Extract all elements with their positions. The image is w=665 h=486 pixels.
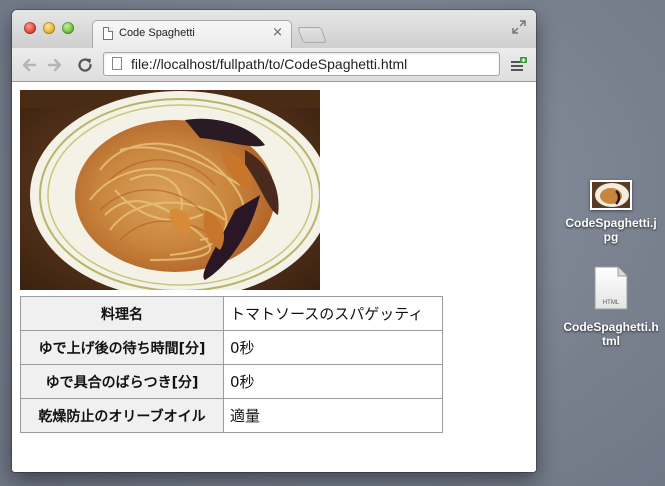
menu-icon[interactable]: [510, 56, 528, 74]
address-bar[interactable]: file://localhost/fullpath/to/CodeSpaghet…: [103, 52, 500, 76]
close-tab-icon[interactable]: ×: [272, 25, 283, 40]
table-row: 料理名 トマトソースのスパゲッティ: [20, 296, 443, 331]
tab-code-spaghetti[interactable]: Code Spaghetti ×: [92, 20, 292, 48]
tab-title: Code Spaghetti: [119, 27, 195, 39]
page-icon: [112, 57, 122, 70]
title-bar: Code Spaghetti ×: [12, 10, 536, 48]
table-row: 乾燥防止のオリーブオイル 適量: [20, 398, 443, 433]
dish-info-table: 料理名 トマトソースのスパゲッティ ゆで上げ後の待ち時間[分] 0秒 ゆで具合の…: [20, 296, 443, 433]
url-text: file://localhost/fullpath/to/CodeSpaghet…: [131, 56, 408, 72]
reload-icon[interactable]: [76, 56, 94, 74]
zoom-window-button[interactable]: [62, 22, 74, 34]
browser-window: Code Spaghetti × file://localhost/fullpa…: [12, 10, 536, 472]
table-row: ゆで具合のばらつき[分] 0秒: [20, 364, 443, 399]
table-header-cell: 乾燥防止のオリーブオイル: [20, 398, 224, 433]
html-file-icon: HTML: [594, 266, 628, 310]
forward-arrow-icon[interactable]: [46, 56, 64, 74]
table-value-cell: 適量: [223, 398, 443, 433]
file-label: CodeSpaghetti.jpg: [565, 216, 657, 244]
table-header-cell: ゆで上げ後の待ち時間[分]: [20, 330, 224, 365]
table-value-cell: 0秒: [223, 330, 443, 365]
desktop-file-html[interactable]: HTML CodeSpaghetti.html: [563, 266, 659, 348]
html-badge-text: HTML: [603, 300, 620, 306]
file-label: CodeSpaghetti.html: [563, 320, 659, 348]
table-value-cell: トマトソースのスパゲッティ: [223, 296, 443, 331]
page-icon: [103, 27, 113, 40]
spaghetti-photo: [20, 90, 320, 290]
page-content: 料理名 トマトソースのスパゲッティ ゆで上げ後の待ち時間[分] 0秒 ゆで具合の…: [12, 82, 536, 472]
toolbar: file://localhost/fullpath/to/CodeSpaghet…: [12, 48, 536, 82]
desktop-file-jpg[interactable]: CodeSpaghetti.jpg: [563, 180, 659, 244]
table-row: ゆで上げ後の待ち時間[分] 0秒: [20, 330, 443, 365]
jpg-thumbnail-icon: [590, 180, 632, 210]
table-header-cell: 料理名: [20, 296, 224, 331]
new-tab-button[interactable]: [297, 27, 327, 43]
minimize-window-button[interactable]: [43, 22, 55, 34]
back-arrow-icon[interactable]: [20, 56, 38, 74]
table-value-cell: 0秒: [223, 364, 443, 399]
table-header-cell: ゆで具合のばらつき[分]: [20, 364, 224, 399]
close-window-button[interactable]: [24, 22, 36, 34]
fullscreen-icon[interactable]: [512, 20, 526, 34]
